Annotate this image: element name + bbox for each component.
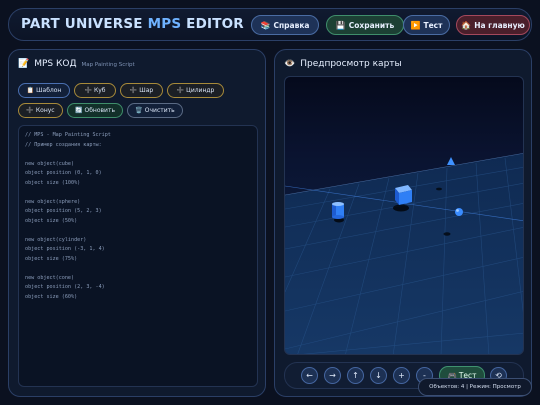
cylinder-object[interactable] [332, 202, 344, 219]
plus-icon: + [398, 371, 405, 380]
floppy-icon: 💾 [335, 20, 346, 30]
code-panel-subtitle: Map Painting Script [81, 62, 135, 68]
help-button[interactable]: 📚 Справка [251, 15, 319, 35]
arrow-down-icon: ↓ [375, 371, 382, 380]
arrow-left-icon: ← [306, 371, 313, 380]
map-viewport[interactable] [284, 76, 524, 355]
cube-shadow [393, 204, 409, 212]
add-cylinder-label: Цилиндр [186, 87, 215, 94]
refresh-button[interactable]: 🔄 Обновить [67, 103, 123, 118]
test-button[interactable]: ▶️ Тест [403, 15, 450, 35]
preview-panel: 👁️ Предпросмотр карты ← → ↑ ↓ + - 🎮 Тест… [274, 49, 532, 397]
play-icon: ▶️ [410, 20, 421, 30]
plus-icon: ➕ [26, 107, 34, 114]
clear-button[interactable]: 🗑️ Очистить [127, 103, 183, 118]
add-cube-label: Куб [93, 87, 106, 94]
arrow-up-icon: ↑ [352, 371, 359, 380]
memo-icon: 📝 [18, 59, 30, 69]
preview-panel-heading: Предпросмотр карты [300, 59, 402, 69]
sphere-object[interactable] [455, 208, 463, 216]
pan-right-button[interactable]: → [324, 367, 341, 384]
house-icon: 🏠 [461, 20, 472, 30]
clear-button-label: Очистить [144, 107, 175, 114]
ground-plane [285, 153, 523, 354]
cube-object[interactable] [395, 185, 412, 205]
preview-panel-title: 👁️ Предпросмотр карты [284, 59, 402, 69]
add-cube-button[interactable]: ➕ Куб [74, 83, 116, 98]
trash-icon: 🗑️ [135, 107, 143, 114]
test-button-label: Тест [423, 20, 443, 30]
refresh-icon: 🔄 [75, 107, 83, 114]
add-cone-button[interactable]: ➕ Конус [18, 103, 63, 118]
plus-icon: ➕ [176, 87, 185, 94]
zoom-in-button[interactable]: + [393, 367, 410, 384]
plus-icon: ➕ [84, 87, 92, 94]
add-cylinder-button[interactable]: ➕ Цилиндр [167, 83, 224, 98]
arrow-right-icon: → [329, 371, 336, 380]
app-title: PART UNIVERSE MPS EDITOR [21, 16, 244, 32]
cone-shadow [436, 187, 442, 191]
add-cone-label: Конус [35, 107, 55, 114]
code-editor[interactable]: // MPS - Map Painting Script // Пример с… [18, 125, 258, 387]
pan-up-button[interactable]: ↑ [347, 367, 364, 384]
home-button-label: На главную [474, 20, 525, 30]
save-button-label: Сохранить [348, 20, 395, 30]
books-icon: 📚 [260, 20, 271, 30]
scene-svg [285, 153, 523, 354]
pan-left-button[interactable]: ← [301, 367, 318, 384]
template-button[interactable]: 📋 Шаблон [18, 83, 70, 98]
pan-down-button[interactable]: ↓ [370, 367, 387, 384]
code-panel: 📝 MPS КОД Map Painting Script 📋 Шаблон ➕… [8, 49, 266, 397]
status-badge: Объектов: 4 | Режим: Просмотр [418, 378, 532, 396]
refresh-button-label: Обновить [84, 107, 115, 114]
code-panel-heading: MPS КОД [34, 59, 77, 69]
save-button[interactable]: 💾 Сохранить [326, 15, 404, 35]
home-button[interactable]: 🏠 На главную [456, 15, 530, 35]
code-panel-title: 📝 MPS КОД Map Painting Script [18, 59, 135, 69]
eye-icon: 👁️ [284, 59, 296, 69]
clipboard-icon: 📋 [26, 87, 35, 94]
sphere-shadow [443, 232, 451, 236]
add-sphere-label: Шар [139, 87, 154, 94]
header-bar: PART UNIVERSE MPS EDITOR 📚 Справка 💾 Сох… [8, 8, 532, 41]
plus-icon: ➕ [129, 87, 138, 94]
template-button-label: Шаблон [36, 87, 62, 94]
cone-object[interactable] [447, 157, 455, 165]
help-button-label: Справка [273, 20, 310, 30]
add-sphere-button[interactable]: ➕ Шар [120, 83, 163, 98]
sphere-highlight [456, 209, 459, 212]
